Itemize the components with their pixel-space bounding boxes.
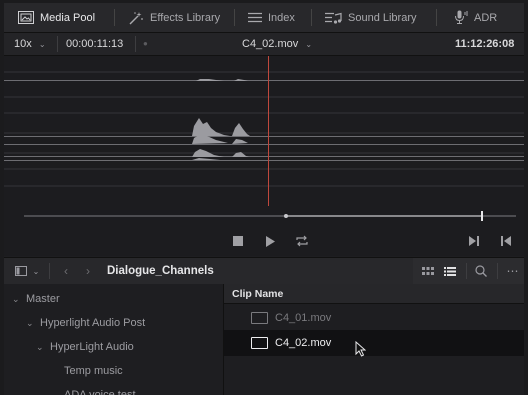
chevron-right-icon: › (86, 264, 90, 278)
bin-label: ADA voice test (64, 389, 136, 395)
clip-list-panel: Clip Name C4_01.mov C4_02.mov (224, 284, 524, 395)
viewer-clip-name: C4_02.mov (242, 38, 299, 50)
tab-label: Media Pool (40, 11, 96, 24)
bin-item-ada-voice-test[interactable]: ADA voice test (64, 383, 136, 395)
forward-button[interactable]: › (81, 258, 95, 284)
source-timecode[interactable]: 00:00:11:13 (66, 33, 123, 55)
chevron-down-icon: ⌄ (32, 266, 40, 276)
bin-label: Hyperlight Audio Post (40, 317, 146, 329)
zoom-dropdown[interactable]: 10x ⌄ (14, 33, 46, 55)
status-dot-icon: ● (143, 39, 148, 48)
sound-library-icon (325, 12, 342, 24)
play-icon (265, 235, 275, 247)
tab-label: Index (268, 11, 295, 24)
chevron-down-icon: ⌄ (305, 40, 313, 49)
tab-label: Sound Library (348, 11, 417, 24)
search-button[interactable] (472, 258, 490, 284)
record-timecode: 11:12:26:08 (455, 38, 515, 50)
play-button[interactable] (262, 226, 278, 256)
mouse-cursor-icon (355, 341, 366, 357)
previous-clip-button[interactable] (498, 226, 514, 256)
scrubber-bar[interactable] (4, 206, 524, 226)
tab-adr[interactable]: ADR (454, 3, 497, 32)
clip-name-dropdown[interactable]: C4_02.mov ⌄ (242, 33, 312, 55)
index-list-icon (248, 12, 262, 23)
stop-button[interactable] (230, 226, 246, 256)
microphone-icon (455, 10, 468, 24)
back-button[interactable]: ‹ (59, 258, 73, 284)
next-clip-button[interactable] (466, 226, 482, 256)
chevron-left-icon: ‹ (64, 264, 68, 278)
bin-label: Temp music (64, 365, 123, 377)
clip-row[interactable]: C4_01.mov (224, 305, 524, 331)
transport-controls (4, 226, 524, 256)
search-icon (475, 265, 487, 277)
chevron-down-icon: ⌄ (38, 40, 46, 49)
more-options-button[interactable]: ⋯ (504, 258, 522, 284)
effects-wand-icon (129, 11, 143, 24)
loop-button[interactable] (293, 226, 311, 256)
tab-effects-library[interactable]: Effects Library (128, 3, 220, 32)
chevron-down-icon: ⌄ (12, 294, 20, 304)
bin-item-master[interactable]: ⌄ Master (12, 287, 60, 311)
stop-icon (233, 236, 243, 246)
list-view-icon (444, 266, 456, 276)
tab-index[interactable]: Index (248, 3, 295, 32)
viewer-header: 10x ⌄ 00:00:11:13 ● C4_02.mov ⌄ 11:12:26… (4, 33, 524, 56)
tab-sound-library[interactable]: Sound Library (325, 3, 417, 32)
clip-name: C4_02.mov (275, 337, 332, 349)
current-bin-title: Dialogue_Channels (107, 265, 214, 277)
media-pool-toolbar: ⌄ ‹ › Dialogue_Channels ⋯ (4, 257, 524, 285)
audio-waveform-viewer[interactable] (4, 56, 524, 206)
bin-label: HyperLight Audio (50, 341, 134, 353)
video-clip-icon (251, 311, 268, 324)
tab-label: ADR (474, 11, 498, 24)
chevron-down-icon: ⌄ (26, 318, 34, 328)
clip-row[interactable]: C4_02.mov (224, 330, 524, 356)
bin-item-temp-music[interactable]: Temp music (64, 359, 123, 383)
bin-item-hyperlight-audio-post[interactable]: ⌄ Hyperlight Audio Post (26, 311, 145, 335)
video-clip-icon (251, 337, 268, 349)
list-view-button[interactable] (441, 258, 459, 284)
grid-view-icon (422, 267, 434, 275)
panel-layout-icon (14, 266, 27, 276)
tab-label: Effects Library (150, 11, 221, 24)
bin-list-panel: ⌄ Master ⌄ Hyperlight Audio Post ⌄ Hyper… (4, 284, 224, 395)
playhead[interactable] (268, 56, 269, 206)
tab-media-pool[interactable]: Media Pool (18, 3, 95, 32)
chevron-down-icon: ⌄ (36, 342, 44, 352)
column-header-clip-name[interactable]: Clip Name (224, 284, 524, 304)
zoom-level: 10x (14, 38, 32, 50)
media-pool-window: Media Pool Effects Library Index Sound L… (4, 3, 524, 395)
clip-name: C4_01.mov (275, 311, 332, 324)
skip-forward-icon (468, 236, 479, 246)
panel-tab-bar: Media Pool Effects Library Index Sound L… (4, 3, 524, 33)
ellipsis-icon: ⋯ (506, 264, 520, 278)
bin-list-toggle-button[interactable]: ⌄ (12, 258, 42, 284)
bin-label: Master (26, 293, 60, 305)
waveform-tracks (4, 71, 524, 187)
media-pool-icon (18, 11, 34, 24)
bin-item-hyperlight-audio[interactable]: ⌄ HyperLight Audio (36, 335, 134, 359)
thumbnail-view-button[interactable] (419, 258, 437, 284)
skip-back-icon (500, 236, 511, 246)
loop-icon (296, 235, 308, 247)
